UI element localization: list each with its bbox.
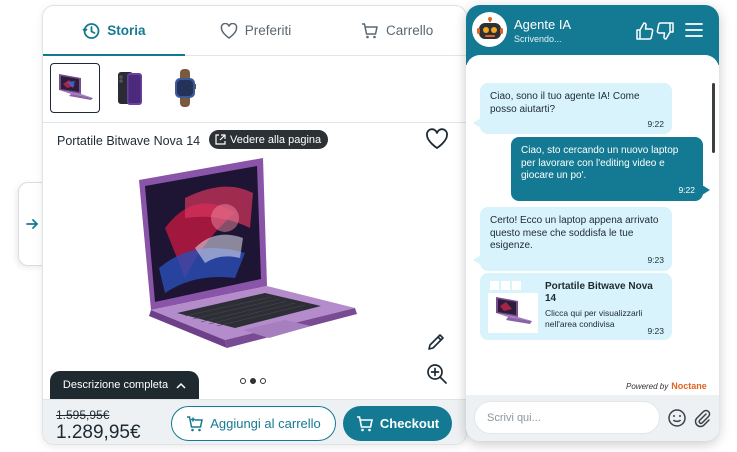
bot-message: Ciao, sono il tuo agente IA! Come posso … [473,83,672,134]
card-title: Portatile Bitwave Nova 14 [545,281,653,304]
tab-storia[interactable]: Storia [43,6,185,56]
laptop-card-image [488,281,538,333]
user-message: Ciao, sto cercando un nuovo laptop per l… [511,137,710,201]
tab-bar: Storia Preferiti Carrello [43,6,466,56]
app-stage: Storia Preferiti Carrello Portatile Bitw… [0,0,737,452]
agent-name: Agente IA [514,17,572,32]
add-to-cart-label: Aggiungi al carrello [210,416,321,431]
cart-icon [362,22,378,38]
message-time: 9:22 [647,118,664,129]
feedback-buttons [635,21,675,41]
thumbnail-laptop[interactable] [50,63,100,113]
cart-plus-icon [187,415,204,431]
message-text: Certo! Ecco un laptop appena arrivato qu… [490,215,659,251]
chat-scrollbar[interactable] [712,83,715,153]
history-icon [82,22,100,39]
edit-button[interactable] [425,331,447,358]
chat-messages[interactable]: Ciao, sono il tuo agente IA! Come posso … [466,55,719,395]
phone-thumbnail-image [118,72,142,105]
thumbnail-strip [43,57,466,123]
current-price: 1.289,95€ [56,422,141,443]
heart-outline-icon [426,128,448,150]
message-input-placeholder: Scrivi qui... [487,411,541,424]
laptop-product-image [139,158,357,348]
emoji-icon[interactable] [667,408,687,428]
checkout-button[interactable]: Checkout [343,406,452,441]
watch-thumbnail-image [175,69,196,107]
card-time: 9:23 [647,326,664,336]
product-card-message[interactable]: Portatile Bitwave Nova 14 Clicca qui per… [480,273,672,340]
attachment-icon[interactable] [692,408,712,428]
brand-logo: Noctane [671,381,707,391]
message-text: Ciao, sto cercando un nuovo laptop per l… [521,145,679,181]
agent-avatar [472,12,507,47]
message-input[interactable]: Scrivi qui... [474,401,660,434]
favorite-button[interactable] [425,128,449,155]
thumbnail-watch[interactable] [160,63,210,113]
tab-label: Storia [107,23,146,38]
powered-by: Powered by Noctane [626,381,707,391]
see-page-label: Vedere alla pagina [230,133,322,146]
thumbs-down-icon[interactable] [655,21,675,41]
cart-icon [356,415,373,431]
product-image[interactable] [125,158,357,355]
chevron-up-icon [176,382,186,389]
menu-icon[interactable] [685,22,703,38]
message-time: 9:23 [647,255,664,265]
full-description-button[interactable]: Descrizione completa [50,371,199,399]
expand-panel-tab[interactable] [18,182,44,266]
description-label: Descrizione completa [62,379,169,391]
bot-message: Certo! Ecco un laptop appena arrivato qu… [473,207,672,271]
carousel-dots [240,378,266,384]
heart-outline-icon [220,22,238,39]
powered-by-label: Powered by [626,381,669,391]
old-price: 1.595,95€ [56,408,110,422]
agent-status: Scrivendo... [514,34,562,44]
arrow-right-icon [25,219,38,229]
purchase-bar: 1.595,95€ 1.289,95€ Aggiungi al carrello… [43,399,466,444]
product-title: Portatile Bitwave Nova 14 [57,134,201,148]
zoom-in-icon [427,364,447,384]
laptop-thumbnail-image [59,74,93,100]
checkout-label: Checkout [379,416,440,431]
chat-panel: Agente IA Scrivendo... Ciao, sono il tuo… [466,5,719,441]
tab-carrello[interactable]: Carrello [326,6,466,55]
tab-label: Carrello [386,23,434,38]
add-to-cart-button[interactable]: Aggiungi al carrello [171,406,336,441]
robot-icon [476,16,503,39]
carousel-dot[interactable] [260,378,266,384]
external-link-icon [215,134,226,145]
brand-name: Noctane [671,381,707,391]
message-time: 9:22 [678,185,695,195]
message-text: Ciao, sono il tuo agente IA! Come posso … [490,91,640,115]
zoom-button[interactable] [425,362,449,391]
thumbnail-phone[interactable] [105,63,155,113]
carousel-dot-active[interactable] [250,378,256,384]
see-page-button[interactable]: Vedere alla pagina [209,130,329,149]
pencil-icon [428,334,444,350]
chat-input-bar: Scrivi qui... [466,395,719,441]
tab-preferiti[interactable]: Preferiti [185,6,327,55]
tab-label: Preferiti [244,23,292,38]
carousel-dot[interactable] [240,378,246,384]
thumbs-up-icon[interactable] [635,21,655,41]
shop-panel: Storia Preferiti Carrello Portatile Bitw… [42,5,467,445]
